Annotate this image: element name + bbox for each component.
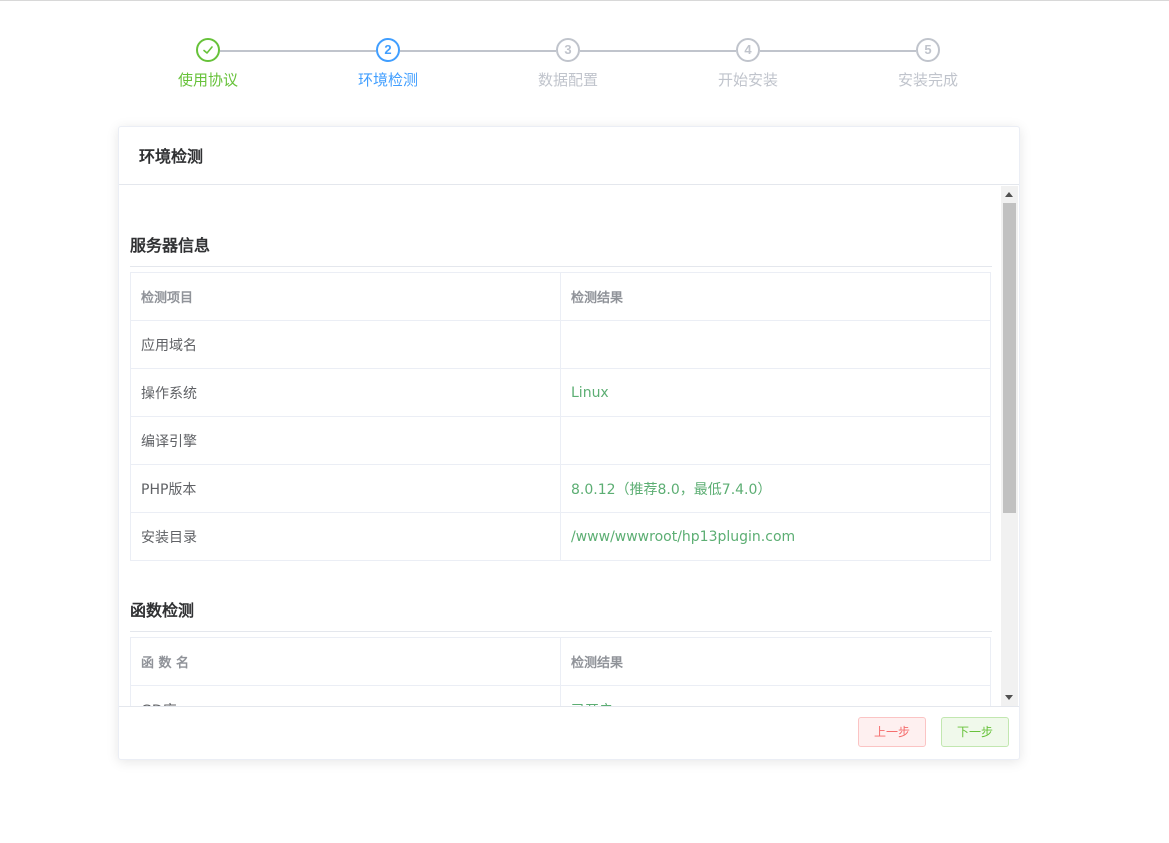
- card-title: 环境检测: [119, 127, 1019, 185]
- column-header: 检测项目: [130, 272, 561, 321]
- column-header: 检测结果: [560, 637, 991, 686]
- row-value: [560, 416, 991, 465]
- next-step-button[interactable]: 下一步: [941, 717, 1009, 747]
- column-header: 函 数 名: [130, 637, 561, 686]
- previous-step-button[interactable]: 上一步: [858, 717, 926, 747]
- top-border: [0, 0, 1169, 1]
- table-header-row: 检测项目 检测结果: [130, 272, 991, 321]
- scroll-up-arrow-icon[interactable]: [1005, 192, 1013, 197]
- row-value: 已开启: [560, 685, 991, 706]
- row-label: PHP版本: [130, 464, 561, 513]
- install-stepper: 使用协议 2 环境检测 3 数据配置 4 开始安装 5 安装完成: [118, 38, 1020, 108]
- server-info-table: 检测项目 检测结果 应用域名 操作系统 Linux 编译引擎 PHP版本 8.0…: [130, 272, 991, 561]
- card-scroll-area[interactable]: 服务器信息 检测项目 检测结果 应用域名 操作系统 Linux 编译引擎 PHP…: [120, 186, 1018, 706]
- table-row: 编译引擎: [130, 416, 991, 465]
- row-value: [560, 320, 991, 369]
- step-label: 安装完成: [897, 71, 958, 89]
- scroll-content: 服务器信息 检测项目 检测结果 应用域名 操作系统 Linux 编译引擎 PHP…: [130, 186, 992, 706]
- table-row: GD库 已开启: [130, 685, 991, 706]
- scroll-down-arrow-icon[interactable]: [1005, 695, 1013, 700]
- step-data-config: 3 数据配置: [478, 38, 658, 90]
- function-check-title: 函数检测: [130, 597, 992, 632]
- environment-check-card: 环境检测 服务器信息 检测项目 检测结果 应用域名 操作系统 Linux 编译引…: [118, 126, 1020, 760]
- row-value: Linux: [560, 368, 991, 417]
- step-install-complete: 5 安装完成: [838, 38, 1018, 90]
- step-label: 数据配置: [537, 71, 598, 89]
- step-label: 环境检测: [357, 71, 418, 89]
- table-header-row: 函 数 名 检测结果: [130, 637, 991, 686]
- server-info-title: 服务器信息: [130, 232, 992, 267]
- table-row: PHP版本 8.0.12（推荐8.0，最低7.4.0）: [130, 464, 991, 513]
- row-label: 应用域名: [130, 320, 561, 369]
- step-number: 4: [736, 38, 760, 62]
- table-row: 安装目录 /www/wwwroot/hp13plugin.com: [130, 512, 991, 561]
- scrollbar-thumb[interactable]: [1003, 203, 1016, 513]
- table-row: 操作系统 Linux: [130, 368, 991, 417]
- step-start-install: 4 开始安装: [658, 38, 838, 90]
- table-row: 应用域名: [130, 320, 991, 369]
- vertical-scrollbar[interactable]: [1001, 186, 1018, 706]
- step-number: 3: [556, 38, 580, 62]
- step-agreement: 使用协议: [118, 38, 298, 90]
- row-label: 安装目录: [130, 512, 561, 561]
- step-label: 开始安装: [717, 71, 778, 89]
- step-label: 使用协议: [177, 71, 238, 89]
- function-check-table: 函 数 名 检测结果 GD库 已开启: [130, 637, 991, 706]
- row-label: 操作系统: [130, 368, 561, 417]
- row-value: /www/wwwroot/hp13plugin.com: [560, 512, 991, 561]
- step-environment-check: 2 环境检测: [298, 38, 478, 90]
- step-number: 2: [376, 38, 400, 62]
- card-footer: 上一步 下一步: [119, 706, 1019, 759]
- step-number: 5: [916, 38, 940, 62]
- row-label: GD库: [130, 685, 561, 706]
- check-icon: [196, 38, 220, 62]
- row-label: 编译引擎: [130, 416, 561, 465]
- row-value: 8.0.12（推荐8.0，最低7.4.0）: [560, 464, 991, 513]
- column-header: 检测结果: [560, 272, 991, 321]
